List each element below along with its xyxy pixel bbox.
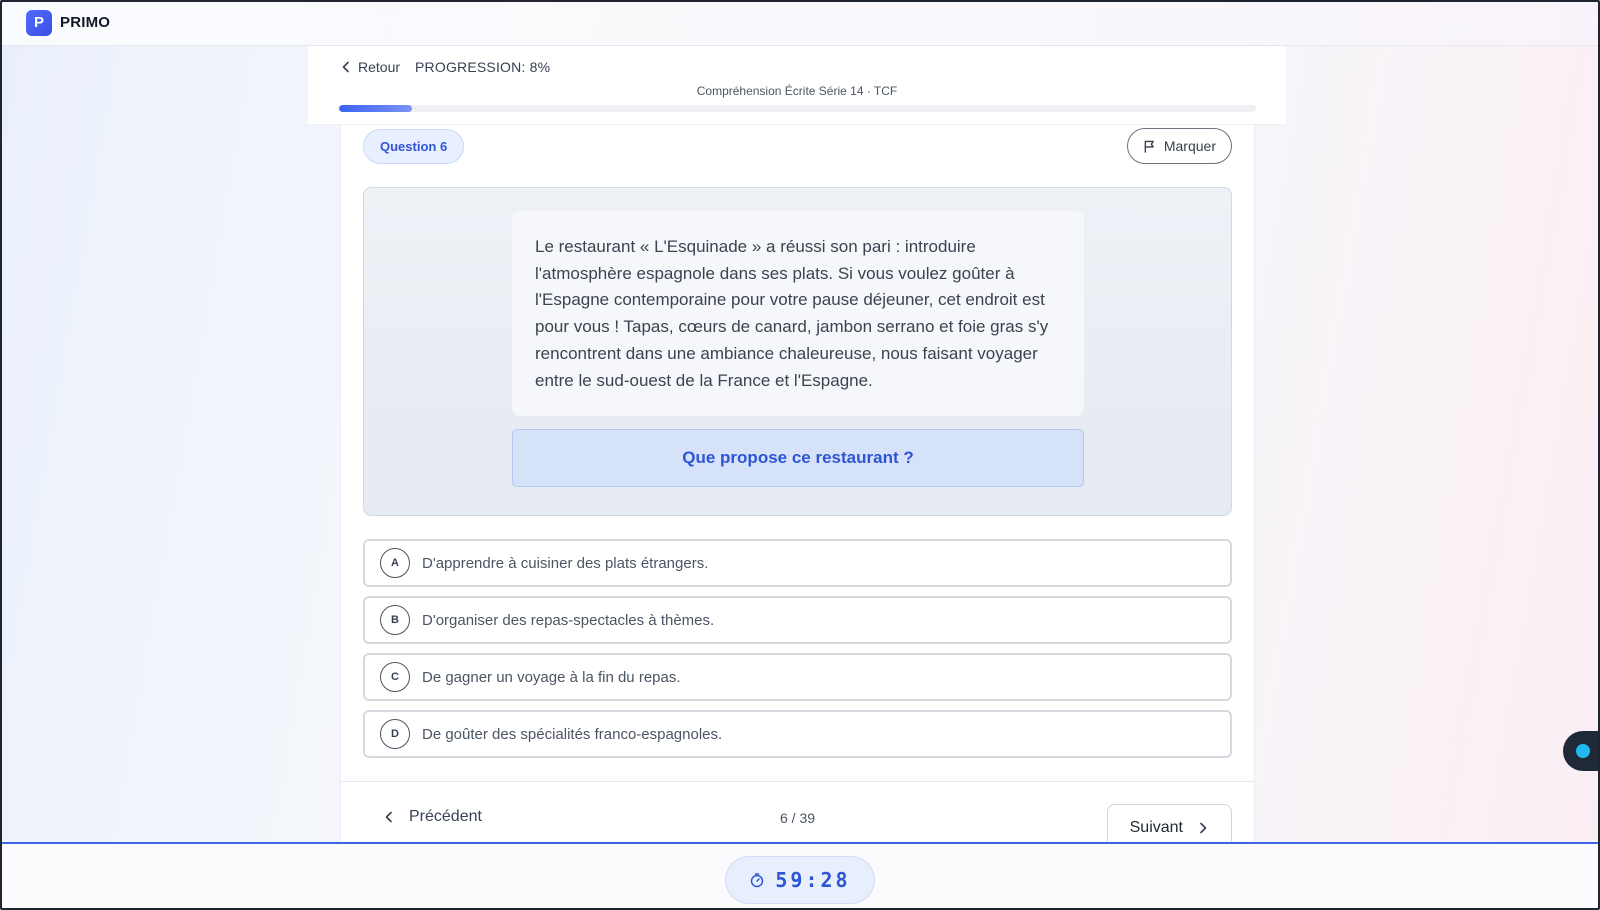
timer-value: 59:28 bbox=[775, 868, 851, 892]
brand-name: PRIMO bbox=[60, 14, 111, 31]
chevron-left-icon bbox=[342, 61, 349, 73]
option-letter: C bbox=[380, 662, 410, 692]
divider bbox=[341, 781, 1254, 782]
progress-bar bbox=[339, 105, 1256, 112]
answer-option-a[interactable]: A D'apprendre à cuisiner des plats étran… bbox=[363, 539, 1232, 587]
back-button[interactable]: Retour bbox=[340, 59, 400, 75]
progress-label: PROGRESSION: 8% bbox=[415, 59, 551, 75]
answer-option-c[interactable]: C De gagner un voyage à la fin du repas. bbox=[363, 653, 1232, 701]
question-prompt: Que propose ce restaurant ? bbox=[512, 429, 1084, 487]
stopwatch-icon bbox=[751, 873, 764, 888]
mark-button[interactable]: Marquer bbox=[1126, 128, 1232, 164]
answer-options: A D'apprendre à cuisiner des plats étran… bbox=[363, 539, 1232, 767]
series-title: Compréhension Écrite Série 14 · TCF bbox=[696, 84, 898, 98]
next-label: Suivant bbox=[1129, 819, 1183, 836]
answer-option-b[interactable]: B D'organiser des repas-spectacles à thè… bbox=[363, 596, 1232, 644]
countdown-timer: 59:28 bbox=[725, 856, 875, 904]
question-number-badge: Question 6 bbox=[363, 129, 465, 164]
option-text: D'organiser des repas-spectacles à thème… bbox=[422, 611, 715, 629]
status-dot-icon bbox=[1576, 744, 1590, 758]
progress-bar-fill bbox=[339, 105, 413, 112]
timer-bar: 59:28 bbox=[0, 842, 1600, 910]
option-letter: A bbox=[380, 548, 410, 578]
flag-icon bbox=[1144, 140, 1154, 153]
question-card: Question 6 Marquer Le restaurant « L'Esq… bbox=[340, 125, 1255, 852]
mark-label: Marquer bbox=[1163, 138, 1216, 154]
option-letter: B bbox=[380, 605, 410, 635]
reading-passage: Le restaurant « L'Esquinade » a réussi s… bbox=[512, 211, 1084, 416]
option-text: D'apprendre à cuisiner des plats étrange… bbox=[422, 554, 709, 572]
floating-chat-widget[interactable] bbox=[1563, 731, 1600, 771]
app-bar: P PRIMO bbox=[0, 0, 1600, 46]
back-label: Retour bbox=[358, 59, 401, 75]
answer-option-d[interactable]: D De goûter des spécialités franco-espag… bbox=[363, 710, 1232, 758]
option-text: De gagner un voyage à la fin du repas. bbox=[422, 668, 681, 686]
passage-panel: Le restaurant « L'Esquinade » a réussi s… bbox=[363, 187, 1232, 516]
progress-header: Retour PROGRESSION: 8% Compréhension Écr… bbox=[308, 46, 1286, 125]
option-letter: D bbox=[380, 719, 410, 749]
option-text: De goûter des spécialités franco-espagno… bbox=[422, 725, 723, 743]
chevron-right-icon bbox=[1200, 822, 1207, 834]
logo[interactable]: P bbox=[26, 9, 52, 36]
